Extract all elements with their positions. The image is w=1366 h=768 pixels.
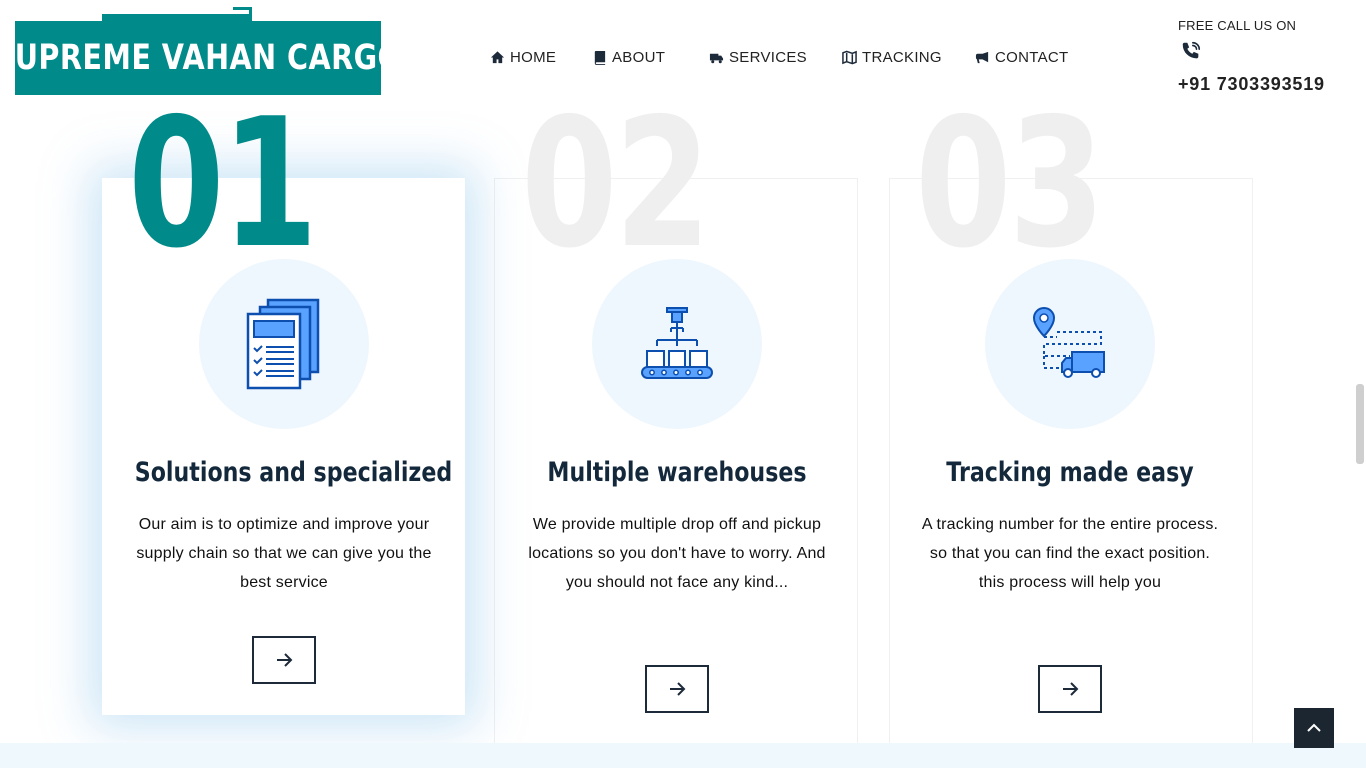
- scrollbar-thumb[interactable]: [1356, 384, 1364, 464]
- nav-label: CONTACT: [995, 48, 1069, 66]
- card-title: Multiple warehouses: [547, 457, 807, 488]
- nav-label: ABOUT: [612, 48, 666, 66]
- read-more-button[interactable]: [645, 665, 709, 713]
- nav-label: TRACKING: [862, 48, 942, 66]
- read-more-button[interactable]: [1038, 665, 1102, 713]
- icon-circle: [199, 259, 369, 429]
- nav-label: HOME: [510, 48, 557, 66]
- documents-checklist-icon: [246, 298, 320, 390]
- phone-number[interactable]: +91 7303393519: [1178, 74, 1325, 95]
- icon-circle: [592, 259, 762, 429]
- nav-item-about[interactable]: ABOUT: [592, 49, 665, 66]
- phone-ring-icon[interactable]: [1180, 40, 1202, 62]
- call-label: FREE CALL US ON: [1178, 18, 1297, 33]
- nav-item-tracking[interactable]: TRACKING: [842, 49, 942, 66]
- card-description: We provide multiple drop off and pickup …: [528, 516, 826, 591]
- card-title: Tracking made easy: [946, 457, 1194, 488]
- card-number: 03: [915, 80, 1105, 287]
- read-more-button[interactable]: [252, 636, 316, 684]
- card-title: Solutions and specialized: [134, 457, 453, 488]
- chevron-up-icon: [1307, 723, 1321, 732]
- home-icon: [490, 50, 505, 63]
- card-number: 01: [128, 80, 318, 287]
- megaphone-icon: [975, 51, 989, 63]
- next-section-band: [0, 743, 1366, 768]
- arrow-right-icon: [277, 653, 293, 667]
- nav-item-contact[interactable]: CONTACT: [975, 49, 1068, 66]
- nav-item-services[interactable]: SERVICES: [709, 49, 807, 66]
- card-number: 02: [521, 80, 711, 287]
- location-truck-route-icon: [1032, 306, 1105, 378]
- logo-corner-decoration: [233, 7, 252, 21]
- icon-circle: [985, 259, 1155, 429]
- book-icon: [594, 50, 606, 65]
- arrow-right-icon: [1063, 682, 1079, 696]
- scroll-to-top-button[interactable]: [1294, 708, 1334, 748]
- conveyor-warehouse-icon: [641, 307, 713, 379]
- map-icon: [842, 50, 857, 64]
- nav-label: SERVICES: [729, 48, 807, 66]
- card-description: Our aim is to optimize and improve your …: [136, 516, 432, 591]
- arrow-right-icon: [670, 682, 686, 696]
- card-description: A tracking number for the entire process…: [921, 516, 1219, 591]
- truck-icon: [709, 53, 724, 63]
- nav-item-home[interactable]: HOME: [490, 49, 556, 66]
